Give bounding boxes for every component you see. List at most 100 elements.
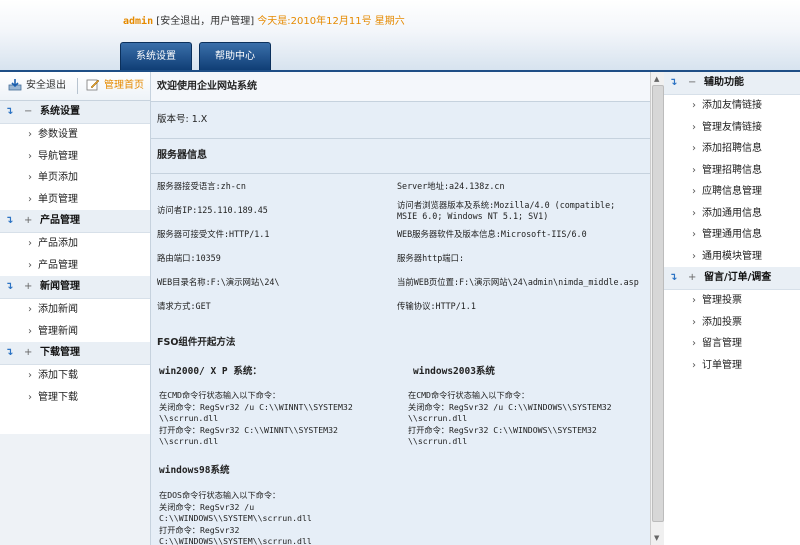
chevron-right-icon: ›	[28, 370, 32, 381]
left-menu-item[interactable]: › 添加下载	[0, 365, 150, 387]
expand-arrow-icon: ↴	[669, 272, 678, 283]
right-section-header[interactable]: ↴ − 辅助功能	[664, 72, 800, 95]
right-menu-item-label: 管理友情链接	[702, 121, 762, 133]
chevron-right-icon: ›	[692, 164, 696, 176]
chevron-right-icon: ›	[692, 295, 696, 306]
user-links[interactable]: [安全退出，用户管理]	[156, 16, 254, 27]
left-menu-item[interactable]: › 管理新闻	[0, 321, 150, 343]
right-menu-item[interactable]: › 管理友情链接	[664, 117, 800, 139]
logout-button[interactable]: 安全退出	[8, 72, 66, 100]
username: admin	[123, 16, 154, 27]
right-menu-item-label: 留言管理	[702, 338, 742, 349]
left-menu-item[interactable]: › 添加新闻	[0, 299, 150, 321]
chevron-right-icon: ›	[28, 129, 32, 140]
scroll-down-icon[interactable]: ▼	[654, 534, 659, 542]
logout-icon	[8, 79, 22, 91]
top-info: admin [安全退出，用户管理] 今天是:2010年12月11号 星期六	[123, 12, 405, 27]
left-section-header[interactable]: ↴ − 系统设置	[0, 101, 150, 124]
right-menu-item[interactable]: › 管理投票	[664, 290, 800, 312]
left-section-title: 新闻管理	[40, 281, 80, 292]
version-text: 版本号: 1.X	[151, 102, 651, 139]
table-cell: Server地址:a24.138z.cn	[397, 181, 505, 191]
chevron-right-icon: ›	[28, 391, 32, 403]
chevron-right-icon: ›	[28, 325, 32, 337]
table-row: 访问者IP:125.110.189.45 访问者浏览器版本及系统:Mozilla/…	[151, 198, 649, 222]
chevron-right-icon: ›	[692, 143, 696, 154]
fso-win98-title: windows98系统	[159, 465, 230, 476]
right-menu-item[interactable]: › 添加投票	[664, 312, 800, 334]
fso-heading: FSO组件开起方法	[157, 337, 236, 348]
left-menu-item-label: 导航管理	[38, 150, 78, 162]
left-menu-item[interactable]: › 导航管理	[0, 146, 150, 168]
right-menu-item[interactable]: › 留言管理	[664, 333, 800, 355]
table-cell: WEB服务器软件及版本信息:Microsoft-IIS/6.0	[397, 229, 587, 239]
left-menu-item[interactable]: › 单页添加	[0, 167, 150, 189]
chevron-right-icon: ›	[692, 229, 696, 240]
table-cell: 服务器http端口:	[397, 253, 465, 263]
left-menu-item[interactable]: › 参数设置	[0, 124, 150, 146]
right-menu-item[interactable]: › 添加招聘信息	[664, 138, 800, 160]
left-section-title: 产品管理	[40, 215, 80, 226]
left-section-title: 下载管理	[40, 347, 80, 358]
chevron-right-icon: ›	[28, 304, 32, 315]
left-menu-item-label: 产品管理	[38, 259, 78, 271]
right-section-header[interactable]: ↴ + 留言/订单/调查	[664, 267, 800, 290]
edit-icon	[86, 79, 100, 91]
right-menu-item[interactable]: › 订单管理	[664, 355, 800, 377]
tab-system-settings[interactable]: 系统设置	[120, 42, 192, 71]
chevron-right-icon: ›	[28, 150, 32, 162]
right-menu-item-label: 添加投票	[702, 316, 742, 328]
tab-help-center[interactable]: 帮助中心	[199, 42, 271, 71]
fso-win98-text: 在DOS命令行状态输入以下命令： 关闭命令：RegSvr32 /u C:\\WI…	[159, 490, 312, 545]
left-menu: ↴ − 系统设置 › 参数设置 › 导航管理 › 单页添加 › 单页管理 ↴ + 产品管理 › 产品添加 › 产品…	[0, 101, 150, 408]
right-menu-item-label: 应聘信息管理	[702, 186, 762, 197]
welcome-title: 欢迎使用企业网站系统	[151, 72, 651, 102]
right-menu-item[interactable]: › 管理招聘信息	[664, 160, 800, 182]
main-scrollbar[interactable]: ▲ ▼	[650, 72, 664, 545]
date-text: 今天是:2010年12月11号 星期六	[257, 16, 405, 27]
right-menu-item[interactable]: › 添加通用信息	[664, 203, 800, 225]
right-menu-item[interactable]: › 应聘信息管理	[664, 181, 800, 203]
left-menu-item-label: 管理新闻	[38, 325, 78, 337]
table-cell: WEB目录名称:F:\演示网站\24\	[157, 277, 280, 287]
toggle-icon: +	[24, 347, 33, 358]
scroll-up-icon[interactable]: ▲	[654, 75, 659, 83]
right-menu-item-label: 订单管理	[702, 359, 742, 371]
right-menu-item-label: 管理通用信息	[702, 229, 762, 240]
table-cell: 服务器可接受文件:HTTP/1.1	[157, 229, 270, 239]
chevron-right-icon: ›	[692, 121, 696, 133]
right-menu: ↴ − 辅助功能 › 添加友情链接 › 管理友情链接 › 添加招聘信息 › 管理招聘信息 › 应聘信息管…	[664, 72, 800, 376]
admin-home-label: 管理首页	[104, 80, 144, 91]
scroll-thumb[interactable]	[652, 85, 664, 522]
left-menu-item-label: 单页管理	[38, 193, 78, 205]
table-cell: 传输协议:HTTP/1.1	[397, 301, 476, 311]
left-menu-item[interactable]: › 单页管理	[0, 189, 150, 211]
admin-home-button[interactable]: 管理首页	[86, 72, 144, 100]
left-section-header[interactable]: ↴ + 下载管理	[0, 342, 150, 365]
toggle-icon: +	[24, 281, 33, 292]
chevron-right-icon: ›	[28, 238, 32, 249]
chevron-right-icon: ›	[692, 338, 696, 349]
right-menu-item[interactable]: › 添加友情链接	[664, 95, 800, 117]
left-menu-item-label: 添加下载	[38, 370, 78, 381]
fso-win2000-text: 在CMD命令行状态输入以下命令： 关闭命令：RegSvr32 /u C:\\WI…	[159, 390, 353, 446]
chevron-right-icon: ›	[692, 100, 696, 111]
left-menu-item-label: 产品添加	[38, 238, 78, 249]
left-section-header[interactable]: ↴ + 产品管理	[0, 210, 150, 233]
left-menu-item[interactable]: › 管理下载	[0, 387, 150, 409]
right-menu-item[interactable]: › 管理通用信息	[664, 224, 800, 246]
left-menu-item[interactable]: › 产品管理	[0, 255, 150, 277]
fso-win2003-title: windows2003系统	[413, 366, 495, 377]
chevron-right-icon: ›	[28, 172, 32, 183]
left-menu-item[interactable]: › 产品添加	[0, 233, 150, 255]
chevron-right-icon: ›	[692, 316, 696, 328]
left-menu-item-label: 参数设置	[38, 129, 78, 140]
table-cell: 访问者浏览器版本及系统:Mozilla/4.0 (compatible; MSI…	[397, 200, 616, 221]
right-menu-item[interactable]: › 通用模块管理	[664, 246, 800, 268]
fso-win2000-title: win2000/ X P 系统：	[159, 366, 262, 377]
expand-arrow-icon: ↴	[5, 106, 14, 117]
left-section-header[interactable]: ↴ + 新闻管理	[0, 276, 150, 299]
table-row: 服务器可接受文件:HTTP/1.1 WEB服务器软件及版本信息:Microsoft…	[151, 222, 649, 246]
chevron-right-icon: ›	[28, 193, 32, 205]
right-sidebar: ↴ − 辅助功能 › 添加友情链接 › 管理友情链接 › 添加招聘信息 › 管理招聘信息 › 应聘信息管…	[664, 72, 800, 545]
